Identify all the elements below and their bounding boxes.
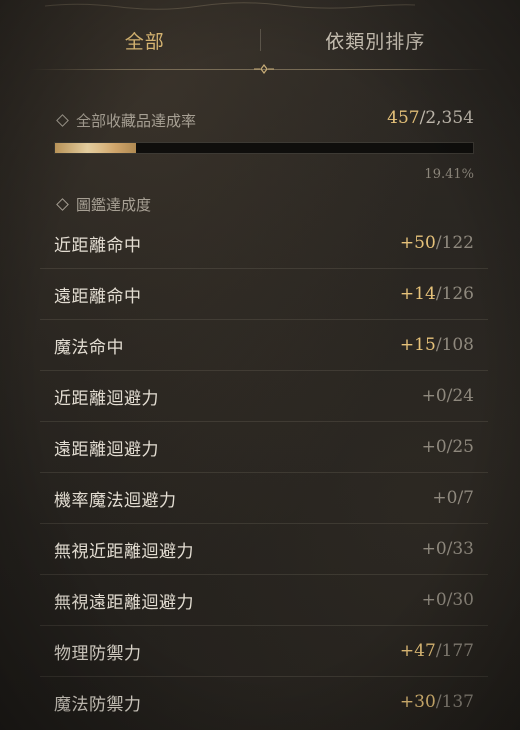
stat-total: /30 bbox=[446, 590, 474, 610]
codex-section-title: 圖鑑達成度 bbox=[76, 196, 152, 214]
stat-total: /126 bbox=[435, 284, 474, 304]
diamond-icon bbox=[56, 198, 69, 211]
diamond-icon bbox=[56, 114, 69, 127]
stat-value: +0/33 bbox=[422, 539, 474, 559]
stat-label: 物理防禦力 bbox=[54, 643, 142, 664]
tab-sort-by-category[interactable]: 依類別排序 bbox=[261, 27, 491, 54]
overall-collection-title: 全部收藏品達成率 bbox=[76, 112, 197, 130]
stat-value: +30/137 bbox=[400, 692, 474, 712]
stat-row[interactable]: 無視近距離迴避力 +0/33 bbox=[40, 524, 488, 575]
stat-total: /7 bbox=[457, 488, 474, 508]
stat-total: /137 bbox=[435, 692, 474, 712]
codex-section-header: 圖鑑達成度 bbox=[55, 194, 151, 215]
stat-row[interactable]: 遠距離命中 +14/126 bbox=[40, 269, 488, 320]
overall-collection-count: 457/2,354 bbox=[387, 108, 474, 128]
overall-total: 2,354 bbox=[425, 108, 474, 128]
tab-all[interactable]: 全部 bbox=[30, 27, 260, 54]
ornament-icon bbox=[254, 64, 274, 74]
stat-label: 魔法防禦力 bbox=[54, 694, 142, 713]
stat-total: /108 bbox=[435, 335, 474, 355]
stat-value: +0/25 bbox=[422, 437, 474, 457]
stat-value: +0/30 bbox=[422, 590, 474, 610]
stat-bonus: +30 bbox=[399, 692, 436, 712]
stat-row[interactable]: 魔法命中 +15/108 bbox=[40, 320, 488, 371]
stat-row[interactable]: 近距離命中 +50/122 bbox=[40, 218, 488, 269]
stat-row[interactable]: 無視遠距離迴避力 +0/30 bbox=[40, 575, 488, 626]
stat-label: 近距離命中 bbox=[54, 235, 142, 256]
stat-total: /25 bbox=[446, 437, 474, 457]
stat-label: 無視近距離迴避力 bbox=[54, 541, 194, 562]
overall-progress-fill bbox=[55, 143, 137, 153]
stat-bonus: +15 bbox=[399, 335, 436, 355]
stat-bonus: +0 bbox=[432, 488, 458, 508]
stat-label: 近距離迴避力 bbox=[54, 388, 159, 409]
stat-label: 遠距離迴避力 bbox=[54, 439, 159, 460]
overall-progress-bar bbox=[54, 142, 474, 154]
stat-bonus: +0 bbox=[421, 386, 447, 406]
stat-label: 魔法命中 bbox=[54, 337, 124, 358]
stat-total: /24 bbox=[446, 386, 474, 406]
overall-current: 457 bbox=[387, 108, 420, 128]
stat-row[interactable]: 魔法防禦力 +30/137 bbox=[40, 677, 488, 712]
codex-stat-list[interactable]: 近距離命中 +50/122 遠距離命中 +14/126 魔法命中 +15/108 近距離迴避… bbox=[40, 218, 488, 712]
stat-value: +15/108 bbox=[400, 335, 474, 355]
stat-value: +0/24 bbox=[422, 386, 474, 406]
stat-bonus: +50 bbox=[399, 233, 436, 253]
stat-row[interactable]: 物理防禦力 +47/177 bbox=[40, 626, 488, 677]
stat-row[interactable]: 機率魔法迴避力 +0/7 bbox=[40, 473, 488, 524]
stat-bonus: +14 bbox=[399, 284, 436, 304]
stat-total: /122 bbox=[435, 233, 474, 253]
stat-total: /177 bbox=[435, 641, 474, 661]
stat-bonus: +0 bbox=[421, 437, 447, 457]
stat-total: /33 bbox=[446, 539, 474, 559]
stat-label: 無視遠距離迴避力 bbox=[54, 592, 194, 613]
overall-progress-percent: 19.41% bbox=[424, 167, 474, 182]
stat-label: 機率魔法迴避力 bbox=[54, 490, 177, 511]
stat-bonus: +0 bbox=[421, 590, 447, 610]
stat-bonus: +47 bbox=[399, 641, 436, 661]
stat-value: +14/126 bbox=[400, 284, 474, 304]
stat-value: +47/177 bbox=[400, 641, 474, 661]
tab-bar: 全部 依類別排序 bbox=[30, 14, 490, 66]
stat-row[interactable]: 遠距離迴避力 +0/25 bbox=[40, 422, 488, 473]
stat-row[interactable]: 近距離迴避力 +0/24 bbox=[40, 371, 488, 422]
stat-value: +0/7 bbox=[432, 488, 474, 508]
stat-bonus: +0 bbox=[421, 539, 447, 559]
overall-collection-header: 全部收藏品達成率 bbox=[55, 110, 196, 131]
stat-label: 遠距離命中 bbox=[54, 286, 142, 307]
stat-value: +50/122 bbox=[400, 233, 474, 253]
background-handwriting bbox=[44, 2, 416, 10]
